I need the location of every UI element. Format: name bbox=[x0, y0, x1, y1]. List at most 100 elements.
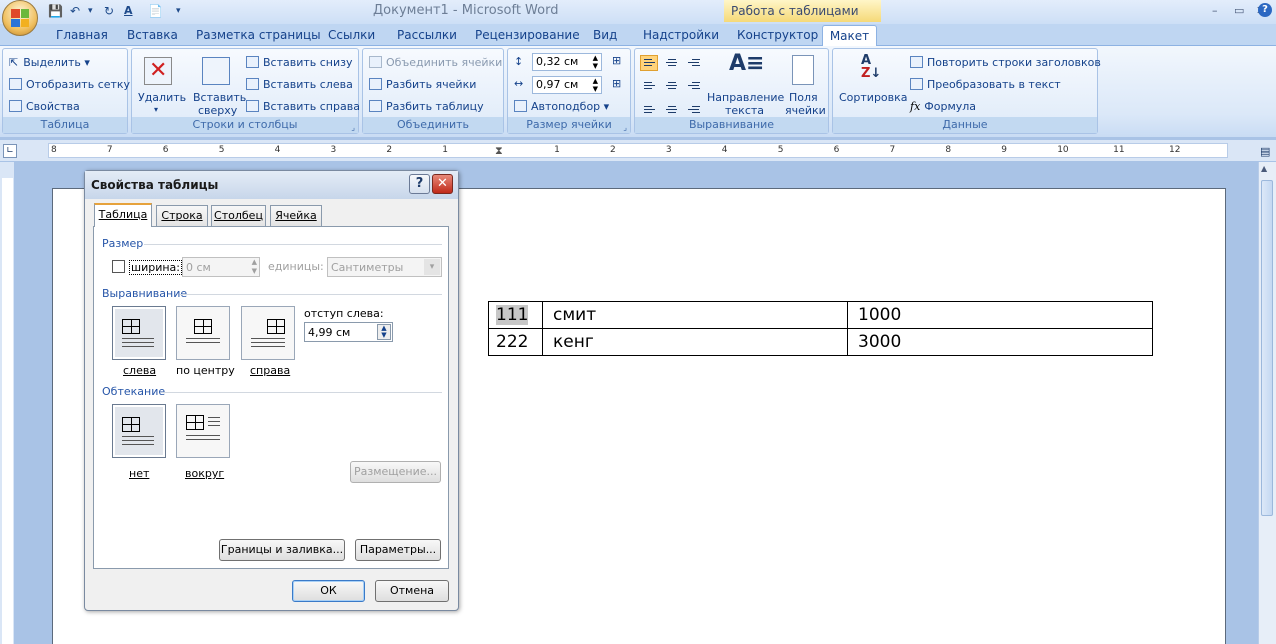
table-cell[interactable]: 3000 bbox=[847, 328, 1153, 356]
tab-page-layout[interactable]: Разметка страницы bbox=[196, 28, 321, 42]
distribute-rows-icon[interactable]: ⊞ bbox=[612, 54, 621, 67]
delete-dropdown-icon[interactable]: ▾ bbox=[154, 105, 158, 114]
spelling-icon[interactable]: A bbox=[124, 3, 133, 19]
cancel-button[interactable]: Отмена bbox=[375, 580, 449, 602]
view-gridlines-button[interactable]: Отобразить сетку bbox=[9, 78, 130, 91]
cell-size-launcher-icon[interactable]: ⌟ bbox=[623, 123, 627, 132]
autofit-button[interactable]: Автоподбор ▾ bbox=[514, 100, 609, 113]
align-top-left-button[interactable] bbox=[640, 55, 658, 71]
tab-mailings[interactable]: Рассылки bbox=[397, 28, 457, 42]
align-middle-center-button[interactable] bbox=[662, 77, 680, 93]
dlg-tab-row[interactable]: Строка bbox=[156, 205, 208, 227]
insert-above-button[interactable]: Вставить bbox=[193, 91, 246, 104]
align-top-center-button[interactable] bbox=[662, 55, 680, 71]
tab-references[interactable]: Ссылки bbox=[328, 28, 375, 42]
minimize-icon[interactable]: – bbox=[1212, 4, 1218, 17]
convert-to-text-button[interactable]: Преобразовать в текст bbox=[910, 78, 1061, 91]
ruler-number: 3 bbox=[665, 145, 672, 155]
properties-button[interactable]: Свойства bbox=[9, 100, 80, 113]
insert-below-button[interactable]: Вставить снизу bbox=[246, 56, 353, 69]
width-input[interactable]: 0 см ▲ ▼ bbox=[182, 257, 260, 277]
dialog-close-button[interactable]: ✕ bbox=[432, 174, 453, 194]
repeat-header-rows-button[interactable]: Повторить строки заголовков bbox=[910, 56, 1101, 69]
align-bottom-left-button[interactable] bbox=[640, 99, 658, 115]
document-table[interactable]: 111 смит 1000 222 кенг 3000 bbox=[488, 301, 1153, 356]
align-top-right-button[interactable] bbox=[684, 55, 702, 71]
row-height-icon: ↕ bbox=[514, 55, 524, 68]
tab-insert[interactable]: Вставка bbox=[127, 28, 178, 42]
row-height-input[interactable]: 0,32 см ▲ ▼ bbox=[532, 53, 602, 71]
undo-icon[interactable]: ↶ bbox=[70, 3, 80, 19]
column-width-input[interactable]: 0,97 см ▲ ▼ bbox=[532, 76, 602, 94]
wrap-none-option[interactable] bbox=[112, 404, 166, 458]
width-spinner-icon[interactable]: ▲ ▼ bbox=[252, 258, 257, 276]
split-table-button[interactable]: Разбить таблицу bbox=[369, 100, 484, 113]
help-button[interactable]: ? bbox=[409, 174, 430, 194]
align-left-option[interactable] bbox=[112, 306, 166, 360]
table-cell[interactable]: кенг bbox=[542, 328, 848, 356]
tab-layout[interactable]: Макет bbox=[822, 25, 877, 47]
borders-shading-button[interactable]: Границы и заливка... bbox=[219, 539, 345, 561]
tab-selector-icon[interactable]: ∟ bbox=[3, 144, 17, 158]
insert-right-button[interactable]: Вставить справа bbox=[246, 100, 360, 113]
help-icon[interactable]: ? bbox=[1258, 3, 1272, 17]
align-bottom-center-button[interactable] bbox=[662, 99, 680, 115]
align-middle-left-button[interactable] bbox=[640, 77, 658, 93]
width-checkbox[interactable] bbox=[112, 260, 125, 273]
cell-margins-button-line2[interactable]: ячейки bbox=[785, 104, 826, 117]
maximize-icon[interactable]: ▭ bbox=[1234, 4, 1244, 17]
wrap-around-option[interactable] bbox=[176, 404, 230, 458]
delete-button[interactable]: Удалить bbox=[138, 91, 186, 104]
scroll-up-icon[interactable]: ▲ bbox=[1261, 164, 1273, 178]
text-direction-button-line2[interactable]: текста bbox=[725, 104, 764, 117]
formula-button[interactable]: fx Формула bbox=[910, 100, 976, 113]
table-cell[interactable]: 1000 bbox=[847, 301, 1153, 329]
insert-above-button-line2[interactable]: сверху bbox=[198, 104, 237, 117]
options-button[interactable]: Параметры... bbox=[355, 539, 441, 561]
merge-cells-button[interactable]: Объединить ячейки bbox=[369, 56, 502, 69]
undo-dropdown-icon[interactable]: ▾ bbox=[88, 3, 93, 19]
align-bottom-right-button[interactable] bbox=[684, 99, 702, 115]
vertical-ruler-track[interactable] bbox=[2, 178, 13, 644]
indent-input[interactable]: 4,99 см ▲ ▼ bbox=[304, 322, 393, 342]
tab-home[interactable]: Главная bbox=[56, 28, 108, 42]
units-select[interactable]: Сантиметры ▾ bbox=[327, 257, 442, 277]
distribute-columns-icon[interactable]: ⊞ bbox=[612, 77, 621, 90]
align-middle-right-button[interactable] bbox=[684, 77, 702, 93]
tab-design[interactable]: Конструктор bbox=[737, 28, 818, 42]
view-ruler-icon[interactable]: ▤ bbox=[1260, 145, 1270, 158]
dlg-tab-column[interactable]: Столбец bbox=[211, 205, 266, 227]
scroll-thumb[interactable] bbox=[1261, 180, 1273, 516]
select-button[interactable]: ⇱ Выделить ▾ bbox=[9, 56, 90, 69]
customize-qat-icon[interactable]: ▾ bbox=[176, 3, 181, 19]
width-checkbox-label: ширина: bbox=[129, 260, 182, 275]
ok-button[interactable]: ОК bbox=[292, 580, 365, 602]
redo-icon[interactable]: ↻ bbox=[104, 3, 114, 19]
align-right-option[interactable] bbox=[241, 306, 295, 360]
tab-addins[interactable]: Надстройки bbox=[643, 28, 719, 42]
align-center-option[interactable] bbox=[176, 306, 230, 360]
horizontal-ruler[interactable]: 8 7 6 5 4 3 2 1 1 2 3 4 5 6 7 8 9 10 11 12 ⧗ bbox=[48, 143, 1228, 158]
sort-button[interactable]: Сортировка bbox=[839, 91, 908, 104]
dialog-titlebar[interactable]: Свойства таблицы ? ✕ bbox=[85, 171, 458, 199]
text-direction-button[interactable]: Направление bbox=[707, 91, 784, 104]
positioning-button[interactable]: Размещение... bbox=[350, 461, 441, 483]
table-cell[interactable]: смит bbox=[542, 301, 848, 329]
indent-marker-icon[interactable]: ⧗ bbox=[495, 144, 503, 158]
units-dropdown-icon[interactable]: ▾ bbox=[424, 259, 440, 275]
split-cells-button[interactable]: Разбить ячейки bbox=[369, 78, 476, 91]
dlg-tab-cell[interactable]: Ячейка bbox=[270, 205, 322, 227]
dialog-launcher-icon[interactable]: ⌟ bbox=[351, 123, 355, 132]
cell-margins-button[interactable]: Поля bbox=[789, 91, 818, 104]
indent-spinner-icon[interactable]: ▲ ▼ bbox=[377, 324, 391, 340]
vertical-scrollbar[interactable]: ▲ bbox=[1258, 162, 1276, 644]
table-cell[interactable]: 111 bbox=[488, 301, 543, 329]
tab-view[interactable]: Вид bbox=[593, 28, 617, 42]
table-cell[interactable]: 222 bbox=[488, 328, 543, 356]
new-document-icon[interactable]: 📄 bbox=[148, 3, 163, 19]
dlg-tab-table[interactable]: Таблица bbox=[94, 203, 152, 227]
insert-left-button[interactable]: Вставить слева bbox=[246, 78, 353, 91]
office-button[interactable] bbox=[2, 0, 38, 36]
tab-review[interactable]: Рецензирование bbox=[475, 28, 580, 42]
save-icon[interactable]: 💾 bbox=[48, 3, 63, 19]
